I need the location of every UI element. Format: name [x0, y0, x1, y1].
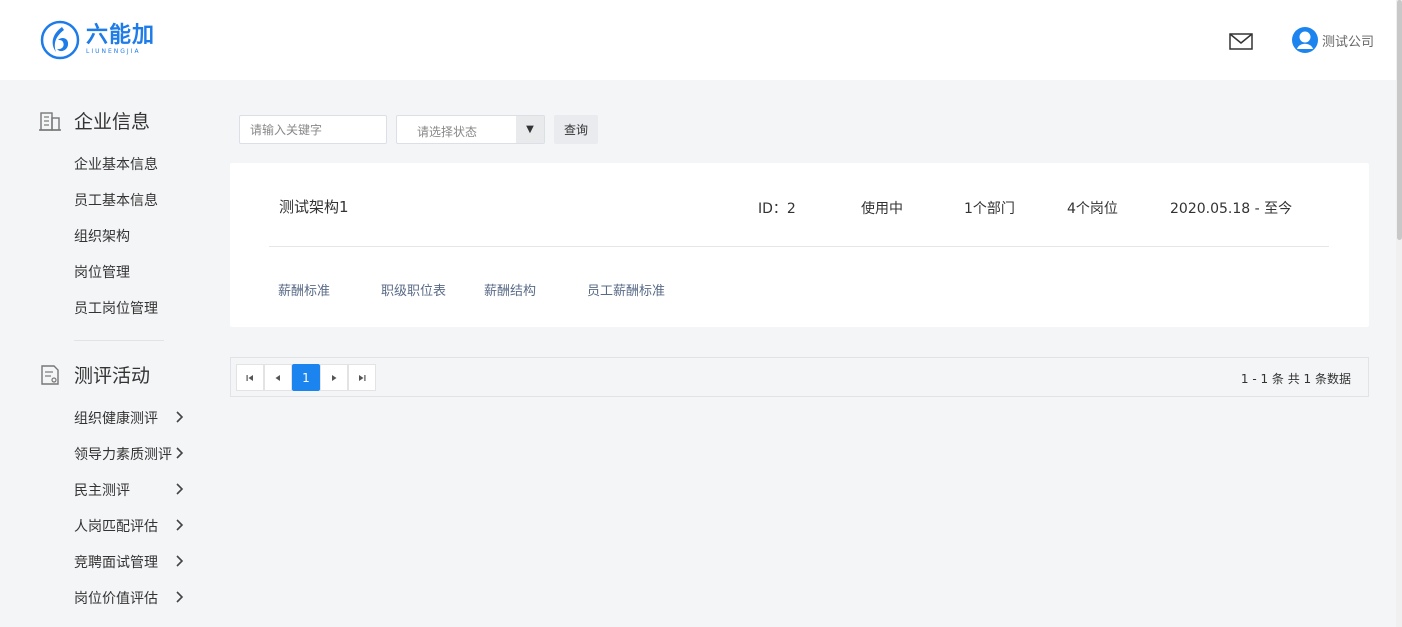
- chevron-right-icon[interactable]: [174, 519, 184, 531]
- dropdown-arrow-icon[interactable]: ▼: [516, 116, 544, 143]
- mail-icon[interactable]: [1229, 33, 1253, 50]
- status-select-placeholder: 请选择状态: [417, 125, 478, 139]
- department-count: 1个部门: [964, 201, 1015, 217]
- nav-org-structure[interactable]: 组织架构: [74, 226, 130, 246]
- survey-icon: [41, 364, 59, 385]
- status-badge: 使用中: [861, 201, 903, 217]
- last-page-icon[interactable]: [348, 364, 376, 391]
- page-scrollbar-thumb[interactable]: [1397, 0, 1402, 240]
- nav-position-management[interactable]: 岗位管理: [74, 262, 130, 282]
- section-enterprise-info[interactable]: 企业信息: [38, 107, 150, 134]
- chevron-right-icon[interactable]: [174, 411, 184, 423]
- nav-leadership-assessment[interactable]: 领导力素质测评: [74, 444, 172, 464]
- chevron-right-icon[interactable]: [174, 483, 184, 495]
- link-salary-structure[interactable]: 薪酬结构: [484, 280, 536, 299]
- keyword-search-input[interactable]: [239, 115, 387, 144]
- page-number-button[interactable]: 1: [292, 364, 320, 391]
- avatar-icon: [1292, 27, 1318, 53]
- nav-democratic-assessment[interactable]: 民主测评: [74, 480, 130, 500]
- user-menu[interactable]: 测试公司: [1292, 27, 1374, 53]
- org-structure-card: 测试架构1 ID：2 使用中 1个部门 4个岗位 2020.05.18 - 至今…: [230, 163, 1369, 327]
- building-icon: [39, 111, 61, 131]
- structure-name[interactable]: 测试架构1: [279, 196, 349, 217]
- nav-position-value-evaluation[interactable]: 岗位价值评估: [74, 588, 158, 608]
- nav-competitive-interview[interactable]: 竞聘面试管理: [74, 552, 158, 572]
- top-header: 六能加 LIUNENGJIA 测试公司: [0, 0, 1402, 80]
- first-page-icon[interactable]: [236, 364, 264, 391]
- nav-employee-position-management[interactable]: 员工岗位管理: [74, 298, 158, 318]
- sidebar-divider: [74, 340, 164, 341]
- section-title: 企业信息: [74, 111, 151, 133]
- nav-person-position-match[interactable]: 人岗匹配评估: [74, 516, 158, 536]
- position-count: 4个岗位: [1067, 201, 1118, 217]
- status-select[interactable]: 请选择状态 ▼: [396, 115, 545, 144]
- nav-org-health-assessment[interactable]: 组织健康测评: [74, 408, 158, 428]
- link-rank-position-table[interactable]: 职级职位表: [381, 280, 446, 299]
- brand-logo[interactable]: 六能加 LIUNENGJIA: [40, 20, 155, 60]
- section-assessment-activities[interactable]: 测评活动: [38, 361, 150, 388]
- chevron-right-icon[interactable]: [174, 591, 184, 603]
- query-button[interactable]: 查询: [554, 115, 598, 144]
- link-salary-standard[interactable]: 薪酬标准: [278, 280, 330, 299]
- section-title: 测评活动: [74, 365, 151, 387]
- logo-icon: [40, 20, 80, 60]
- structure-id: ID：2: [758, 201, 796, 217]
- sidebar: 企业信息 企业基本信息 员工基本信息 组织架构 岗位管理 员工岗位管理 测评活动…: [0, 80, 210, 627]
- nav-enterprise-basic-info[interactable]: 企业基本信息: [74, 154, 158, 174]
- chevron-right-icon[interactable]: [174, 555, 184, 567]
- chevron-right-icon[interactable]: [174, 447, 184, 459]
- user-name: 测试公司: [1322, 34, 1375, 50]
- logo-text-cn: 六能加: [86, 23, 156, 48]
- card-divider: [269, 246, 1329, 247]
- nav-employee-basic-info[interactable]: 员工基本信息: [74, 190, 158, 210]
- prev-page-icon[interactable]: [264, 364, 292, 391]
- pagination: 1 1 - 1 条 共 1 条数据: [230, 357, 1369, 397]
- next-page-icon[interactable]: [320, 364, 348, 391]
- link-employee-salary-standard[interactable]: 员工薪酬标准: [587, 280, 665, 299]
- effective-period: 2020.05.18 - 至今: [1170, 201, 1293, 217]
- logo-text-en: LIUNENGJIA: [86, 48, 141, 55]
- pagination-info: 1 - 1 条 共 1 条数据: [1240, 372, 1351, 386]
